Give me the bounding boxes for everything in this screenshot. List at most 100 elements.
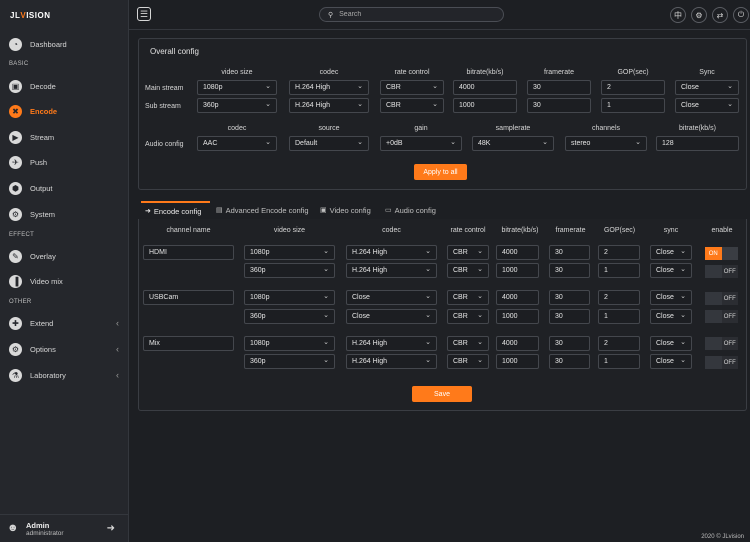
gop-input[interactable]: 2 <box>598 336 640 351</box>
search-input[interactable] <box>339 11 490 18</box>
enable-toggle[interactable]: OFF <box>705 337 738 350</box>
channel-name-usbcam[interactable]: USBCam <box>143 290 234 305</box>
main-bitrate-input[interactable]: 4000 <box>453 80 517 95</box>
main-video-size-select[interactable]: 1080p <box>197 80 277 95</box>
framerate-input[interactable]: 30 <box>549 309 590 324</box>
apply-to-all-button[interactable]: Apply to all <box>414 164 467 180</box>
gop-input[interactable]: 1 <box>598 309 640 324</box>
main-framerate-input[interactable]: 30 <box>527 80 591 95</box>
sidebar-item-stream[interactable]: ▶ Stream <box>0 127 128 147</box>
enable-toggle[interactable]: OFF <box>705 310 738 323</box>
power-icon[interactable]: ⏻ <box>733 7 749 23</box>
main-rate-control-select[interactable]: CBR <box>380 80 444 95</box>
framerate-input[interactable]: 30 <box>549 290 590 305</box>
document-icon: ▤ <box>216 207 223 214</box>
codec-select[interactable]: Close <box>346 309 437 324</box>
bitrate-input[interactable]: 1000 <box>496 309 539 324</box>
sync-select[interactable]: Close <box>650 263 692 278</box>
sync-select[interactable]: Close <box>650 309 692 324</box>
bitrate-input[interactable]: 4000 <box>496 290 539 305</box>
rate-control-select[interactable]: CBR <box>447 309 489 324</box>
sync-select[interactable]: Close <box>650 245 692 260</box>
channel-name-hdmi[interactable]: HDMI <box>143 245 234 260</box>
rate-control-select[interactable]: CBR <box>447 354 489 369</box>
framerate-input[interactable]: 30 <box>549 354 590 369</box>
video-size-select[interactable]: 1080p <box>244 336 335 351</box>
tab-audio-config[interactable]: ▭ Audio config <box>385 201 436 219</box>
gop-input[interactable]: 2 <box>598 290 640 305</box>
sub-framerate-input[interactable]: 30 <box>527 98 591 113</box>
rate-control-select[interactable]: CBR <box>447 263 489 278</box>
sidebar-item-system[interactable]: ⚙ System <box>0 204 128 224</box>
sidebar-item-dashboard[interactable]: ◔ Dashboard <box>0 34 128 54</box>
sidebar-item-push[interactable]: ✈ Push <box>0 152 128 172</box>
sidebar-item-extend[interactable]: ✚ Extend ‹ <box>0 313 128 333</box>
sync-select[interactable]: Close <box>650 336 692 351</box>
logo-text-right: ISION <box>26 10 51 20</box>
sidebar-item-options[interactable]: ⚙ Options ‹ <box>0 339 128 359</box>
enable-toggle[interactable]: ON <box>705 247 738 260</box>
gop-input[interactable]: 2 <box>598 245 640 260</box>
sub-bitrate-input[interactable]: 1000 <box>453 98 517 113</box>
audio-samplerate-select[interactable]: 48K <box>472 136 554 151</box>
rate-control-select[interactable]: CBR <box>447 290 489 305</box>
sub-gop-input[interactable]: 1 <box>601 98 665 113</box>
video-size-select[interactable]: 360p <box>244 309 335 324</box>
sub-sync-select[interactable]: Close <box>675 98 739 113</box>
logout-icon[interactable]: ➜ <box>107 523 115 534</box>
sidebar-item-encode[interactable]: ✖ Encode <box>0 101 128 121</box>
audio-source-select[interactable]: Default <box>289 136 369 151</box>
codec-select[interactable]: H.264 High <box>346 263 437 278</box>
tab-label: Encode config <box>153 206 202 216</box>
sync-select[interactable]: Close <box>650 354 692 369</box>
bitrate-input[interactable]: 4000 <box>496 336 539 351</box>
search-box[interactable]: ⚲ <box>319 7 504 22</box>
channel-name-mix[interactable]: Mix <box>143 336 234 351</box>
main-codec-select[interactable]: H.264 High <box>289 80 369 95</box>
sub-codec-select[interactable]: H.264 High <box>289 98 369 113</box>
framerate-input[interactable]: 30 <box>549 263 590 278</box>
gear-icon[interactable]: ⚙ <box>691 7 707 23</box>
codec-select[interactable]: H.264 High <box>346 245 437 260</box>
sidebar-item-output[interactable]: ⬢ Output <box>0 178 128 198</box>
audio-bitrate-input[interactable]: 128 <box>656 136 739 151</box>
video-size-select[interactable]: 360p <box>244 263 335 278</box>
video-size-select[interactable]: 360p <box>244 354 335 369</box>
swap-icon[interactable]: ⇄ <box>712 7 728 23</box>
sidebar-item-overlay[interactable]: ✎ Overlay <box>0 246 128 266</box>
tab-advanced-encode-config[interactable]: ▤ Advanced Encode config <box>216 201 309 219</box>
enable-toggle[interactable]: OFF <box>705 292 738 305</box>
bitrate-input[interactable]: 1000 <box>496 263 539 278</box>
codec-select[interactable]: H.264 High <box>346 336 437 351</box>
sub-rate-control-select[interactable]: CBR <box>380 98 444 113</box>
codec-select[interactable]: H.264 High <box>346 354 437 369</box>
framerate-input[interactable]: 30 <box>549 245 590 260</box>
sidebar-item-laboratory[interactable]: ⚗ Laboratory ‹ <box>0 365 128 385</box>
audio-codec-select[interactable]: AAC <box>197 136 277 151</box>
tab-video-config[interactable]: ▣ Video config <box>320 201 371 219</box>
sidebar-item-video-mix[interactable]: ▐ Video mix <box>0 271 128 291</box>
audio-channels-select[interactable]: stereo <box>565 136 647 151</box>
audio-gain-select[interactable]: +0dB <box>380 136 462 151</box>
bitrate-input[interactable]: 4000 <box>496 245 539 260</box>
enable-toggle[interactable]: OFF <box>705 265 738 278</box>
sidebar-item-decode[interactable]: ▣ Decode <box>0 76 128 96</box>
language-icon[interactable]: 中 <box>670 7 686 23</box>
rate-control-select[interactable]: CBR <box>447 336 489 351</box>
enable-toggle[interactable]: OFF <box>705 356 738 369</box>
video-size-select[interactable]: 1080p <box>244 290 335 305</box>
sub-video-size-select[interactable]: 360p <box>197 98 277 113</box>
main-sync-select[interactable]: Close <box>675 80 739 95</box>
gop-input[interactable]: 1 <box>598 354 640 369</box>
main-gop-input[interactable]: 2 <box>601 80 665 95</box>
hamburger-menu-icon[interactable]: ☰ <box>137 7 151 21</box>
framerate-input[interactable]: 30 <box>549 336 590 351</box>
codec-select[interactable]: Close <box>346 290 437 305</box>
sync-select[interactable]: Close <box>650 290 692 305</box>
gop-input[interactable]: 1 <box>598 263 640 278</box>
tab-encode-config[interactable]: ➜ Encode config <box>141 201 210 219</box>
bitrate-input[interactable]: 1000 <box>496 354 539 369</box>
save-button[interactable]: Save <box>412 386 472 402</box>
video-size-select[interactable]: 1080p <box>244 245 335 260</box>
rate-control-select[interactable]: CBR <box>447 245 489 260</box>
